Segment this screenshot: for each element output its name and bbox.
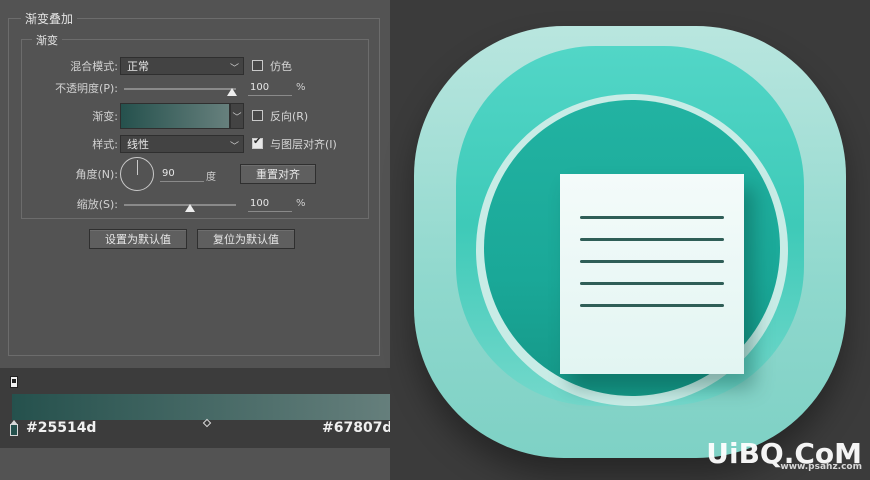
scale-input[interactable]: 100 [248,196,292,212]
chevron-down-icon: ﹀ [229,64,239,74]
opacity-row: 不透明度(P): 100 % [22,78,368,98]
note-line [580,260,724,263]
opacity-unit: % [296,82,306,93]
opacity-label: 不透明度(P): [55,82,118,95]
align-with-layer-label: 与图层对齐(I) [270,138,337,151]
note-line [580,216,724,219]
style-select[interactable]: 线性 ﹀ [120,135,244,153]
gradient-bar[interactable] [12,394,400,420]
make-default-button[interactable]: 设置为默认值 [89,229,187,249]
angle-row: 角度(N): 90 度 重置对齐 [22,156,368,192]
blend-mode-label: 混合模式: [70,60,118,73]
scale-slider-thumb[interactable] [185,204,195,212]
gradient-midpoint-handle[interactable] [202,418,212,428]
color-stop-left[interactable] [10,420,18,436]
note-line [580,304,724,307]
gradient-row: 渐变: ﹀ 反向(R) [22,102,368,130]
icon-outer-squircle [414,26,846,458]
angle-input[interactable]: 90 [160,166,204,182]
opacity-stop-left[interactable] [10,376,18,388]
subgroup-title: 渐变 [32,32,62,48]
note-paper-icon [560,174,744,374]
gradient-label: 渐变: [92,110,118,123]
blend-mode-value: 正常 [127,60,149,73]
gradient-editor: #25514d #67807d [0,368,410,448]
dither-label: 仿色 [270,60,292,73]
site-watermark: UiBQ.CoM www.psahz.com [706,437,862,472]
angle-label: 角度(N): [75,168,118,181]
reset-align-button[interactable]: 重置对齐 [240,164,316,184]
gradient-subgroup: 渐变 混合模式: 正常 ﹀ 仿色 不透明度(P): 100 % 渐变: ﹀ 反向… [21,32,369,219]
dither-checkbox[interactable] [252,60,263,71]
end-color-hex: #67807d [322,420,393,436]
chevron-down-icon: ﹀ [229,142,239,152]
note-line [580,282,724,285]
icon-artwork: UiBQ.CoM www.psahz.com [390,0,870,480]
blend-mode-select[interactable]: 正常 ﹀ [120,57,244,75]
start-color-hex: #25514d [26,420,97,436]
style-label: 样式: [92,138,118,151]
note-line [580,238,724,241]
gradient-overlay-group: 渐变叠加 渐变 混合模式: 正常 ﹀ 仿色 不透明度(P): 100 % 渐变:… [8,10,380,356]
scale-unit: % [296,198,306,209]
blend-mode-row: 混合模式: 正常 ﹀ 仿色 [22,56,368,76]
style-value: 线性 [127,138,149,151]
scale-slider-track[interactable] [124,204,236,206]
angle-unit: 度 [206,172,216,183]
opacity-slider-track[interactable] [124,88,236,90]
reset-default-button[interactable]: 复位为默认值 [197,229,295,249]
gradient-picker-dropdown[interactable]: ﹀ [230,103,244,129]
opacity-input[interactable]: 100 [248,80,292,96]
gradient-preview-swatch[interactable] [120,103,230,129]
reverse-label: 反向(R) [270,110,309,123]
chevron-down-icon: ﹀ [232,112,242,123]
scale-row: 缩放(S): 100 % [22,194,368,214]
opacity-slider-thumb[interactable] [227,88,237,96]
angle-dial[interactable] [120,157,154,191]
scale-label: 缩放(S): [76,198,118,211]
group-title: 渐变叠加 [21,10,78,27]
style-row: 样式: 线性 ﹀ 与图层对齐(I) [22,134,368,154]
panel-bottom-strip [0,448,390,480]
reverse-checkbox[interactable] [252,110,263,121]
align-with-layer-checkbox[interactable] [252,136,263,149]
